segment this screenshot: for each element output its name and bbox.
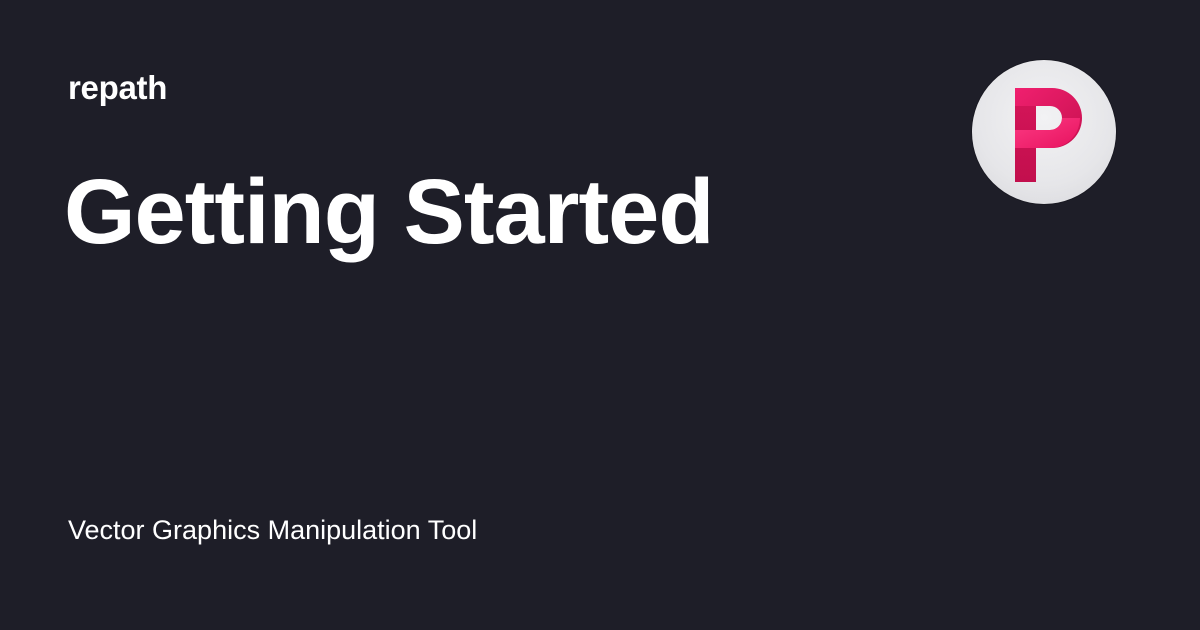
logo-p-mark [1015, 88, 1082, 182]
tagline: Vector Graphics Manipulation Tool [68, 515, 478, 545]
repath-logo-icon [972, 60, 1116, 204]
site-name: repath [68, 69, 168, 106]
page-title: Getting Started [64, 161, 714, 263]
